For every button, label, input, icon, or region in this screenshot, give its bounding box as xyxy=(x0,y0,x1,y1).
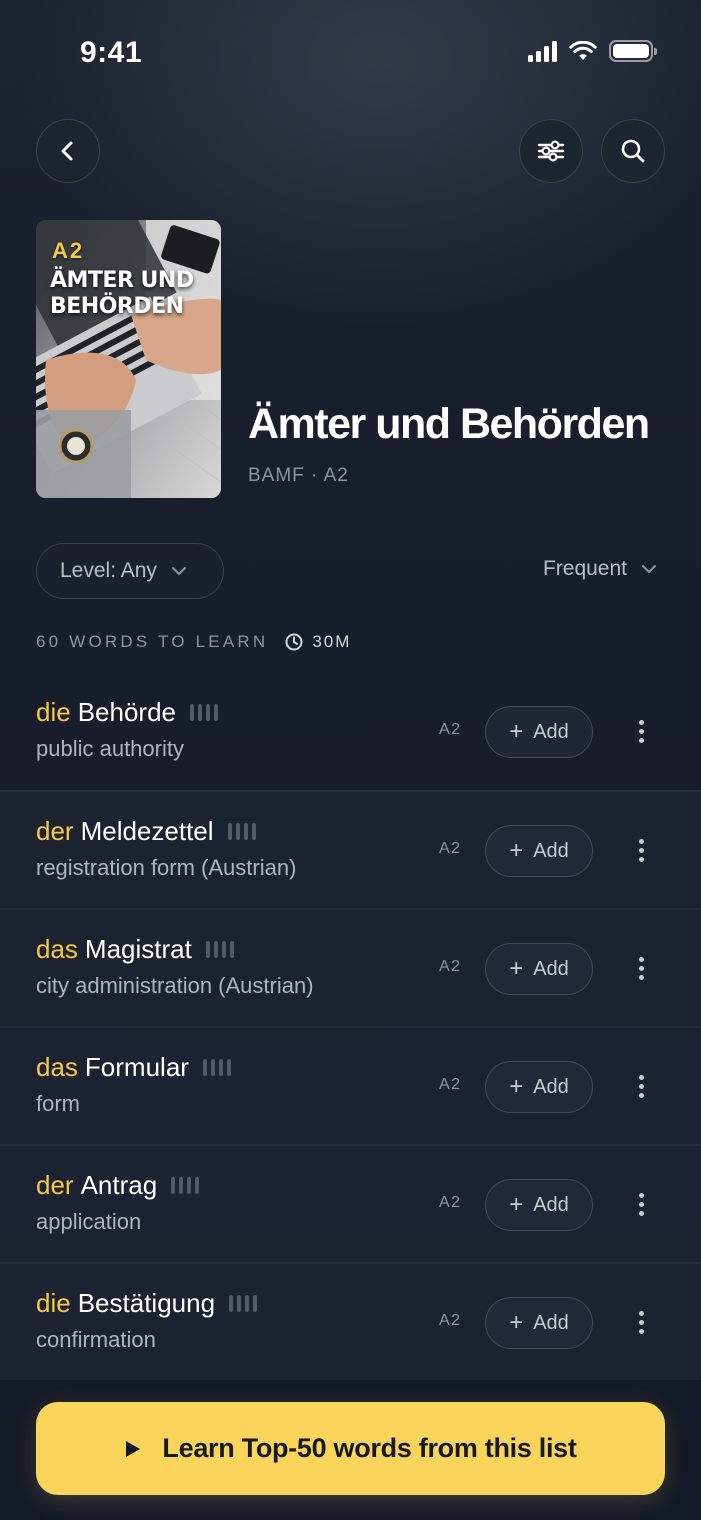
more-options-icon[interactable] xyxy=(626,950,656,986)
level-filter-label: Level: Any xyxy=(60,559,157,582)
word-list-screen: 9:41 A2 ÄMTER UND BEHÖRDEN Ämter und Beh… xyxy=(0,0,701,1520)
add-word-button[interactable]: + Add xyxy=(485,943,593,995)
add-word-button[interactable]: + Add xyxy=(485,1297,593,1349)
more-options-icon[interactable] xyxy=(626,713,656,749)
word-article: die xyxy=(36,697,71,727)
word-translation: confirmation xyxy=(36,1327,156,1352)
sort-dropdown[interactable]: Frequent xyxy=(543,557,657,581)
word-term: das Formular xyxy=(36,1052,231,1083)
word-level: A2 xyxy=(439,1312,462,1329)
frequency-bars-icon xyxy=(227,823,256,840)
list-title: Ämter und Behörden xyxy=(248,400,650,448)
word-term: das Magistrat xyxy=(36,934,234,965)
back-button[interactable] xyxy=(36,119,100,183)
word-translation: application xyxy=(36,1209,142,1234)
word-level: A2 xyxy=(439,840,462,857)
sort-label: Frequent xyxy=(542,557,627,580)
words-summary: 60 WORDS TO LEARN 30M xyxy=(36,632,351,652)
frequency-bars-icon xyxy=(229,1295,258,1312)
word-article: die xyxy=(36,1288,71,1318)
add-label: Add xyxy=(533,720,569,743)
frequency-bars-icon xyxy=(202,1059,231,1076)
word-translation: public authority xyxy=(36,736,184,761)
play-icon xyxy=(126,1440,141,1457)
more-options-icon[interactable] xyxy=(626,1304,656,1340)
cellular-signal-icon xyxy=(528,40,557,62)
add-word-button[interactable]: + Add xyxy=(485,706,593,758)
word-article: das xyxy=(36,934,78,964)
word-row[interactable]: die Bestätigung confirmation A2 + Add xyxy=(0,1262,701,1380)
plus-icon: + xyxy=(509,718,524,745)
search-icon xyxy=(621,139,645,163)
cta-label: Learn Top-50 words from this list xyxy=(162,1433,577,1463)
level-filter-dropdown[interactable]: Level: Any xyxy=(36,543,224,599)
clock-icon xyxy=(285,633,303,651)
word-article: der xyxy=(36,816,74,846)
word-translation: form xyxy=(36,1091,80,1116)
word-term: der Antrag xyxy=(36,1170,200,1201)
word-noun: Behörde xyxy=(77,697,177,727)
battery-icon xyxy=(609,40,657,62)
word-noun: Formular xyxy=(84,1052,189,1082)
list-cover-image: A2 ÄMTER UND BEHÖRDEN xyxy=(36,220,221,498)
add-label: Add xyxy=(533,957,569,980)
word-level: A2 xyxy=(439,1194,462,1211)
plus-icon: + xyxy=(509,837,524,864)
word-level: A2 xyxy=(439,721,462,738)
search-button[interactable] xyxy=(601,119,665,183)
word-level: A2 xyxy=(439,1076,462,1093)
more-options-icon[interactable] xyxy=(626,1186,656,1222)
word-row[interactable]: das Formular form A2 + Add xyxy=(0,1026,701,1144)
word-translation: city administration (Austrian) xyxy=(36,973,314,998)
plus-icon: + xyxy=(509,1309,524,1336)
word-level: A2 xyxy=(439,958,462,975)
word-noun: Antrag xyxy=(80,1170,158,1200)
frequency-bars-icon xyxy=(190,704,219,721)
word-translation: registration form (Austrian) xyxy=(36,855,297,880)
chevron-left-icon xyxy=(61,141,73,161)
add-word-button[interactable]: + Add xyxy=(485,1179,593,1231)
word-row[interactable]: der Meldezettel registration form (Austr… xyxy=(0,790,701,908)
plus-icon: + xyxy=(509,955,524,982)
word-article: das xyxy=(36,1052,78,1082)
word-noun: Bestätigung xyxy=(77,1288,216,1318)
cover-level-badge: A2 xyxy=(52,238,85,263)
add-word-button[interactable]: + Add xyxy=(485,825,593,877)
learn-top-words-button[interactable]: Learn Top-50 words from this list xyxy=(36,1402,665,1495)
frequency-bars-icon xyxy=(171,1177,200,1194)
words-count-label: 60 WORDS TO LEARN xyxy=(36,632,269,651)
word-noun: Meldezettel xyxy=(80,816,214,846)
duration-label: 30M xyxy=(312,632,352,651)
filter-button[interactable] xyxy=(519,119,583,183)
word-article: der xyxy=(36,1170,74,1200)
status-time: 9:41 xyxy=(80,36,143,69)
status-icons xyxy=(528,40,657,62)
add-label: Add xyxy=(533,1193,569,1216)
cover-title: ÄMTER UND BEHÖRDEN xyxy=(50,268,194,319)
list-meta: BAMF · A2 xyxy=(248,465,349,486)
word-row[interactable]: die Behörde public authority A2 + Add xyxy=(0,673,701,791)
chevron-down-icon xyxy=(642,565,656,573)
word-row[interactable]: das Magistrat city administration (Austr… xyxy=(0,908,701,1026)
word-noun: Magistrat xyxy=(84,934,192,964)
word-term: die Behörde xyxy=(36,697,219,728)
add-label: Add xyxy=(533,1311,569,1334)
word-term: die Bestätigung xyxy=(36,1288,258,1319)
word-term: der Meldezettel xyxy=(36,816,256,847)
frequency-bars-icon xyxy=(205,941,234,958)
word-row[interactable]: der Antrag application A2 + Add xyxy=(0,1144,701,1262)
more-options-icon[interactable] xyxy=(626,1068,656,1104)
more-options-icon[interactable] xyxy=(626,832,656,868)
chevron-down-icon xyxy=(171,567,186,575)
wifi-icon xyxy=(569,40,597,60)
plus-icon: + xyxy=(509,1073,524,1100)
add-word-button[interactable]: + Add xyxy=(485,1061,593,1113)
sliders-icon xyxy=(537,140,565,162)
add-label: Add xyxy=(533,1075,569,1098)
plus-icon: + xyxy=(509,1191,524,1218)
add-label: Add xyxy=(533,839,569,862)
